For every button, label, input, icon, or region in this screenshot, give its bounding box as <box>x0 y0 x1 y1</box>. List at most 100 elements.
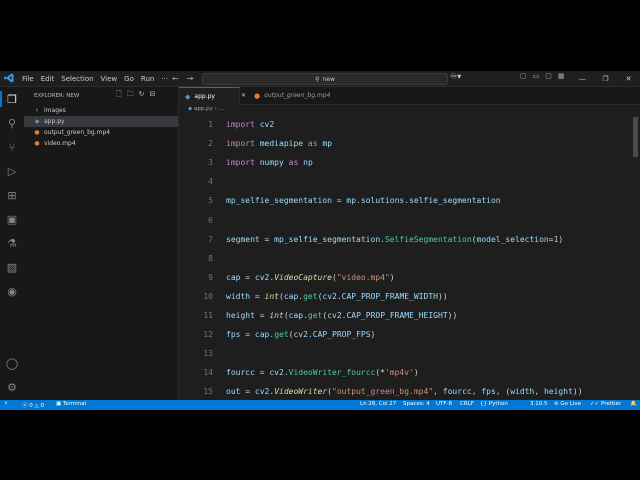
code-editor[interactable]: 1 import cv2 2 import mediapipe as mp 3 impor… <box>179 115 640 400</box>
video-file-icon: ● <box>34 129 40 136</box>
menu-selection[interactable]: Selection <box>61 75 93 83</box>
python-file-icon: ◆ <box>188 106 193 112</box>
code-line[interactable]: cap = cv2.VideoCapture("video.mp4") <box>226 273 395 282</box>
code-line[interactable]: out = cv2.VideoWriter("output_green_bg.m… <box>226 387 583 396</box>
toggle-secondary-sidebar-icon[interactable]: ▢ <box>545 72 552 80</box>
back-arrow-icon[interactable]: ← <box>172 74 179 83</box>
encoding[interactable]: UTF-8 <box>436 401 452 407</box>
explorer-icon[interactable]: ❐ <box>0 91 20 107</box>
more-menu-icon[interactable]: ··· <box>161 75 168 83</box>
python-version[interactable]: 3.10.5 <box>530 401 548 407</box>
line-number: 15 <box>203 387 213 397</box>
tree-item-label: images <box>44 107 66 114</box>
tree-item-output-green-bg[interactable]: ● output_green_bg.mp4 <box>24 127 178 138</box>
tree-item-app-py[interactable]: ◆ app.py <box>24 116 178 127</box>
scrollbar-thumb[interactable] <box>633 117 638 157</box>
explorer-header: EXPLORER: NEW <box>34 93 80 99</box>
account-icon[interactable]: ◯ <box>4 355 20 371</box>
source-control-icon[interactable]: ⑂ <box>4 139 20 155</box>
line-number: 9 <box>208 272 213 282</box>
live-share-icon[interactable]: ◉ <box>4 283 20 299</box>
code-line[interactable]: import mediapipe as mp <box>226 139 332 148</box>
forward-arrow-icon[interactable]: → <box>187 74 194 83</box>
image-preview-icon[interactable]: ▨ <box>4 259 20 275</box>
braces-icon: {} <box>480 401 487 407</box>
cursor-position[interactable]: Ln 28, Col 27 <box>360 401 396 407</box>
menu-run[interactable]: Run <box>141 75 154 83</box>
vscode-logo-icon <box>4 73 14 83</box>
warning-count: 0 <box>40 403 45 409</box>
search-view-icon[interactable]: ⚲ <box>4 115 20 131</box>
terminal-icon: ▣ <box>56 401 62 407</box>
code-line[interactable]: fourcc = cv2.VideoWriter_fourcc(*'mp4v') <box>226 368 419 377</box>
code-line[interactable]: segment = mp_selfie_segmentation.SelfieS… <box>226 235 563 244</box>
go-live-label: Go Live <box>560 401 581 407</box>
line-number: 11 <box>203 311 213 320</box>
menu-go[interactable]: Go <box>124 75 134 83</box>
run-debug-icon[interactable]: ▷ <box>4 163 20 179</box>
close-button[interactable]: ✕ <box>617 75 640 83</box>
prettier-button[interactable]: ✓✓ Prettier <box>590 401 621 407</box>
tree-item-label: output_green_bg.mp4 <box>44 129 111 136</box>
line-number: 2 <box>208 139 213 149</box>
language-mode[interactable]: {} Python <box>480 401 508 407</box>
code-line[interactable]: import numpy as np <box>226 158 313 167</box>
file-tree: › images ◆ app.py ● output_green_bg.mp4 … <box>24 105 178 149</box>
terminal-button[interactable]: ▣ Terminal <box>56 401 86 407</box>
search-label: new <box>322 75 335 83</box>
go-live-button[interactable]: ⊚ Go Live <box>554 401 581 407</box>
code-line[interactable]: width = int(cap.get(cv2.CAP_PROP_FRAME_W… <box>226 292 448 301</box>
line-number: 8 <box>208 253 213 263</box>
line-number: 14 <box>203 368 213 378</box>
python-file-icon: ◆ <box>185 92 191 101</box>
remote-explorer-icon[interactable]: ▣ <box>4 211 20 227</box>
refresh-icon[interactable]: ↻ <box>139 90 145 101</box>
menu-view[interactable]: View <box>101 75 118 83</box>
customize-layout-icon[interactable]: ▦ <box>558 72 565 80</box>
code-line[interactable]: import cv2 <box>226 120 274 129</box>
extensions-icon[interactable]: ⊞ <box>4 187 20 203</box>
indentation[interactable]: Spaces: 4 <box>403 401 430 407</box>
menu-edit[interactable]: Edit <box>41 75 55 83</box>
explorer-toolbar: 🗋 🗀 ↻ ⊟ <box>116 90 160 101</box>
code-line[interactable]: height = int(cap.get(cv2.CAP_PROP_FRAME_… <box>226 311 457 320</box>
search-icon: ⚲ <box>315 75 320 83</box>
menu-bar: File Edit Selection View Go Run ··· <box>22 71 175 86</box>
code-line[interactable]: mp_selfie_segmentation = mp.solutions.se… <box>226 196 501 205</box>
copilot-icon[interactable]: ♾▾ <box>450 72 461 81</box>
tab-app-py[interactable]: ◆ app.py <box>179 87 240 105</box>
breadcrumb: ◆ app.py › ... <box>188 106 224 112</box>
chevron-right-icon: › <box>35 107 39 114</box>
code-line[interactable]: fps = cap.get(cv2.CAP_PROP_FPS) <box>226 330 375 339</box>
breadcrumb-file[interactable]: app.py <box>194 106 213 112</box>
line-number: 3 <box>208 158 213 168</box>
maximize-button[interactable]: ❐ <box>594 75 617 83</box>
new-folder-icon[interactable]: 🗀 <box>127 90 134 101</box>
toggle-panel-icon[interactable]: ▭ <box>533 72 540 80</box>
remote-indicator-icon[interactable]: ⚡ <box>4 401 8 407</box>
minimize-button[interactable]: — <box>571 75 594 83</box>
menu-file[interactable]: File <box>22 75 34 83</box>
video-file-icon: ● <box>34 140 40 147</box>
collapse-all-icon[interactable]: ⊟ <box>150 90 156 101</box>
line-number: 10 <box>203 291 213 301</box>
explorer-sidebar: EXPLORER: NEW 🗋 🗀 ↻ ⊟ › images ◆ app.py … <box>24 87 179 400</box>
line-number: 6 <box>208 215 213 225</box>
line-ending[interactable]: CRLF <box>460 401 474 407</box>
problems-indicator[interactable]: ⓧ 0 △ 0 <box>22 401 44 409</box>
tab-output-green-bg[interactable]: ✕ ● output_green_bg.mp4 <box>235 87 336 104</box>
window-controls: — ❐ ✕ <box>571 71 640 86</box>
title-bar: File Edit Selection View Go Run ··· ← → … <box>0 71 640 87</box>
settings-gear-icon[interactable]: ⚙ <box>4 379 20 395</box>
testing-icon[interactable]: ⚗ <box>4 235 20 251</box>
command-center-search[interactable]: ⚲ new <box>202 73 448 85</box>
close-icon[interactable]: ✕ <box>241 92 246 99</box>
notifications-bell-icon[interactable]: 🔔 <box>630 401 637 407</box>
new-file-icon[interactable]: 🗋 <box>116 90 122 101</box>
tab-label: output_green_bg.mp4 <box>264 92 331 99</box>
tree-item-video[interactable]: ● video.mp4 <box>24 138 178 149</box>
breadcrumb-rest[interactable]: ... <box>219 106 224 112</box>
tree-item-images[interactable]: › images <box>24 105 178 116</box>
toggle-sidebar-icon[interactable]: ▢ <box>520 72 527 80</box>
line-number: 7 <box>208 234 213 244</box>
